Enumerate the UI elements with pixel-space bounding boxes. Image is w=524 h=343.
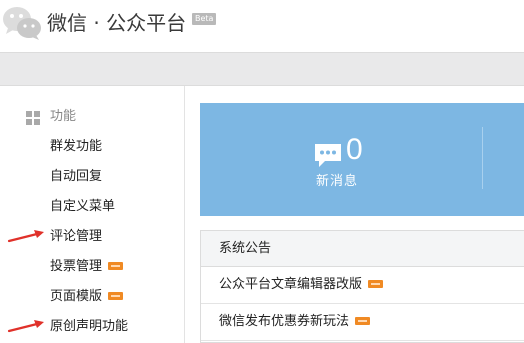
notice-label: 公众平台文章编辑器改版: [219, 277, 363, 292]
new-messages-panel[interactable]: 0 新消息: [200, 103, 524, 216]
sidebar-item-mass-send[interactable]: 群发功能: [50, 138, 102, 156]
notices-header: 系统公告: [201, 231, 524, 267]
notice-row: 公众平台文章编辑器改版: [201, 267, 524, 304]
new-badge: [108, 291, 124, 300]
sidebar-section-label: 功能: [50, 109, 77, 124]
sidebar-item-auto-reply[interactable]: 自动回复: [50, 168, 102, 186]
system-notices: 系统公告 公众平台文章编辑器改版 微信发布优惠券新玩法: [200, 230, 524, 343]
sidebar-item-label: 投票管理: [50, 259, 103, 274]
top-nav-bar: [0, 52, 524, 86]
annotation-arrow-icon: [7, 320, 44, 333]
notice-label: 微信发布优惠券新玩法: [219, 314, 350, 329]
new-messages-count: 0: [346, 133, 363, 166]
panel-divider: [482, 127, 483, 189]
new-badge: [368, 279, 384, 288]
sidebar-item-custom-menu[interactable]: 自定义菜单: [50, 198, 115, 216]
sidebar-item-voting[interactable]: 投票管理: [50, 258, 124, 276]
chat-bubble-icon: [315, 144, 341, 167]
wechat-logo-icon[interactable]: [2, 4, 42, 42]
new-messages-label: 新消息: [316, 174, 359, 189]
new-badge: [108, 261, 124, 270]
header: 微信 · 公众平台 Beta: [0, 0, 524, 52]
sidebar-item-label: 自定义菜单: [50, 199, 116, 214]
beta-badge: Beta: [192, 13, 217, 25]
sidebar-item-comments[interactable]: 评论管理: [50, 228, 102, 246]
sidebar-item-label: 原创声明功能: [50, 319, 129, 334]
notice-link[interactable]: 公众平台文章编辑器改版: [219, 276, 384, 294]
notices-title: 系统公告: [219, 241, 272, 256]
sidebar-item-label: 评论管理: [50, 229, 103, 244]
grid-icon: [26, 111, 40, 125]
new-badge: [355, 316, 371, 325]
sidebar-item-label: 自动回复: [50, 169, 103, 184]
app-title: 微信 · 公众平台: [47, 11, 187, 35]
sidebar-item-original-declaration[interactable]: 原创声明功能: [50, 318, 128, 336]
notice-link[interactable]: 微信发布优惠券新玩法: [219, 313, 371, 331]
notice-row: 微信发布优惠券新玩法: [201, 304, 524, 341]
annotation-arrow-icon: [7, 230, 44, 243]
sidebar-item-label: 页面模版: [50, 289, 103, 304]
sidebar-item-page-template[interactable]: 页面模版: [50, 288, 124, 306]
sidebar-item-label: 群发功能: [50, 139, 103, 154]
